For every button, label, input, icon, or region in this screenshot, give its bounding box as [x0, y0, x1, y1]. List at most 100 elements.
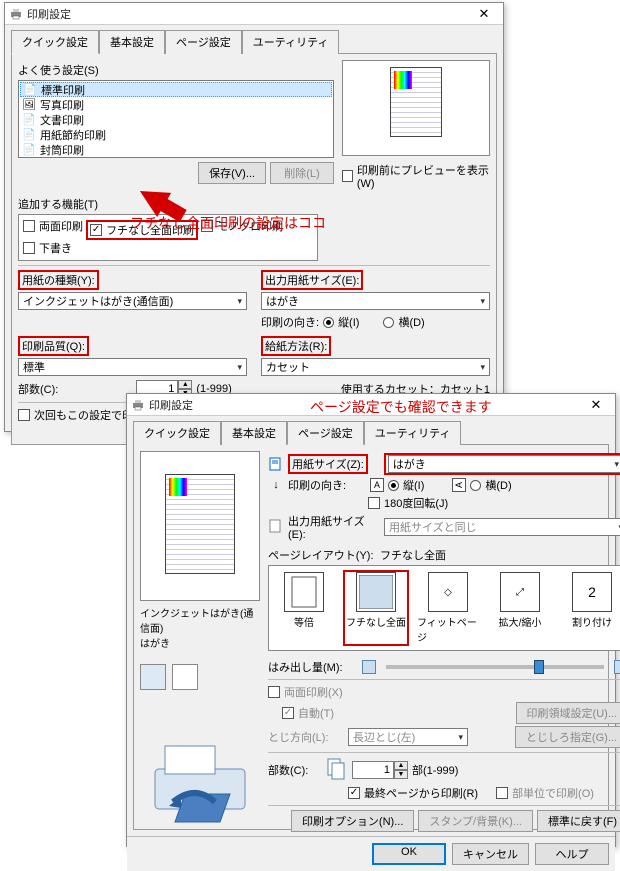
paper-type-label: 用紙の種類(Y):	[22, 275, 95, 287]
doc-icon: 📄	[22, 129, 36, 141]
list-item: 🖼写真印刷	[20, 97, 332, 112]
paper-size-label: 用紙サイズ(Z):	[292, 459, 364, 471]
printer-icon	[9, 7, 23, 21]
duplex-checkbox[interactable]: 両面印刷(X)	[268, 684, 343, 700]
bind-select[interactable]: 長辺とじ(左)▾	[348, 728, 468, 746]
close-icon[interactable]: ✕	[581, 396, 611, 414]
close-icon[interactable]: ✕	[469, 5, 499, 23]
out-size-label: 出力用紙サイズ(E):	[265, 275, 359, 287]
orient-landscape-radio[interactable]: 横(D)	[470, 477, 511, 493]
copies-label: 部数(C):	[18, 381, 58, 397]
preview-caption-2: はがき	[140, 635, 260, 650]
tab-quick[interactable]: クイック設定	[11, 30, 99, 54]
feed-select[interactable]: カセット▾	[261, 358, 490, 376]
annotation-text-2: ページ設定でも確認できます	[310, 397, 492, 417]
preview-checkbox[interactable]: 印刷前にプレビューを表示(W)	[342, 162, 490, 190]
paper-size-select[interactable]: はがき▾	[388, 455, 620, 473]
quality-select[interactable]: 標準▾	[18, 358, 247, 376]
page-icon	[268, 457, 284, 471]
add-func-label: 追加する機能(T)	[18, 196, 490, 212]
portrait-a-icon: A	[370, 478, 384, 492]
orient-label: 印刷の向き:	[261, 314, 319, 330]
out-size-label: 出力用紙サイズ(E):	[288, 513, 380, 541]
save-button[interactable]: 保存(V)...	[198, 162, 266, 184]
doc-icon: 📄	[22, 144, 36, 156]
defaults-button[interactable]: 標準に戻す(F)	[537, 810, 620, 832]
layout-item-borderless[interactable]: フチなし全面	[345, 572, 407, 644]
extension-label: はみ出し量(M):	[268, 659, 358, 675]
rotate180-checkbox[interactable]: 180度回転(J)	[368, 495, 448, 511]
chevron-down-icon: ▾	[480, 296, 485, 307]
orient-portrait-radio[interactable]: 縦(I)	[388, 477, 424, 493]
chevron-down-icon: ▾	[237, 362, 242, 373]
chevron-down-icon: ▾	[458, 732, 463, 743]
view-mode-button-1[interactable]	[140, 664, 166, 690]
preview-pane	[140, 451, 260, 601]
quality-label: 印刷品質(Q):	[22, 341, 85, 353]
ok-button[interactable]: OK	[372, 843, 446, 865]
list-item: 📄文書印刷	[20, 112, 332, 127]
tab-basic[interactable]: 基本設定	[221, 421, 287, 445]
out-size-select[interactable]: 用紙サイズと同じ▾	[384, 518, 620, 536]
page-icon	[268, 519, 284, 536]
ext-max-icon	[614, 660, 620, 674]
feed-label: 給紙方法(R):	[265, 341, 327, 353]
copies-spinner[interactable]: 1 ▲▼	[352, 761, 408, 779]
chevron-down-icon: ▾	[614, 459, 619, 470]
chevron-down-icon: ▾	[237, 296, 242, 307]
copies-label: 部数(C):	[268, 762, 318, 778]
cancel-button[interactable]: キャンセル	[452, 843, 529, 865]
tab-basic[interactable]: 基本設定	[99, 30, 165, 54]
tab-page[interactable]: ページ設定	[165, 30, 242, 54]
draft-checkbox[interactable]: 下書き	[23, 240, 72, 256]
layout-options: 等倍 フチなし全面 ◇フィットページ ⤢拡大/縮小 2割り付け	[268, 565, 620, 651]
doc-icon: 📄	[22, 114, 36, 126]
freq-label: よく使う設定(S)	[18, 62, 334, 78]
paper-type-select[interactable]: インクジェットはがき(通信面)▾	[18, 292, 247, 310]
layout-label: ページレイアウト(Y):	[268, 547, 376, 563]
layout-item-normal[interactable]: 等倍	[273, 572, 335, 644]
dialog1-title: 印刷設定	[27, 6, 469, 22]
doc-icon: 📄	[23, 84, 37, 96]
stamp-button[interactable]: スタンプ/背景(K)...	[418, 810, 533, 832]
chevron-down-icon: ▾	[480, 362, 485, 373]
list-item: 📄封筒印刷	[20, 142, 332, 157]
layout-value: フチなし全面	[380, 547, 446, 563]
print-area-button[interactable]: 印刷領域設定(U)...	[516, 702, 620, 724]
photo-icon: 🖼	[22, 99, 36, 111]
unit-checkbox[interactable]: 部単位で印刷(O)	[496, 785, 594, 801]
freq-listbox[interactable]: 📄標準印刷 🖼写真印刷 📄文書印刷 📄用紙節約印刷 📄封筒印刷	[18, 80, 334, 158]
auto-checkbox[interactable]: ✓自動(T)	[268, 705, 334, 721]
out-size-select[interactable]: はがき▾	[261, 292, 490, 310]
tab-page[interactable]: ページ設定	[287, 421, 364, 445]
duplex-checkbox[interactable]: 両面印刷	[23, 218, 83, 234]
orient-icon: ↓	[268, 479, 284, 491]
bind-label: とじ方向(L):	[268, 729, 344, 745]
print-options-button[interactable]: 印刷オプション(N)...	[291, 810, 414, 832]
ext-min-icon	[362, 660, 376, 674]
tab-utility[interactable]: ユーティリティ	[242, 30, 340, 54]
preview-pane	[342, 60, 490, 156]
dialog2-tabs: クイック設定 基本設定 ページ設定 ユーティリティ	[127, 416, 615, 444]
annotation-text-1: フチなし全面印刷の設定はココ	[130, 213, 326, 233]
preview-caption-1: インクジェットはがき(通信面)	[140, 605, 260, 635]
tab-utility[interactable]: ユーティリティ	[364, 421, 462, 445]
spin-down-icon[interactable]: ▼	[394, 770, 408, 779]
delete-button[interactable]: 削除(L)	[270, 162, 334, 184]
margin-button[interactable]: とじしろ指定(G)...	[515, 726, 620, 748]
list-item: 📄標準印刷	[20, 82, 332, 97]
tab-quick[interactable]: クイック設定	[133, 421, 221, 445]
extension-slider[interactable]	[386, 665, 604, 669]
printer-illustration	[140, 714, 260, 844]
last-page-checkbox[interactable]: ✓最終ページから印刷(R)	[348, 785, 478, 801]
landscape-a-icon: A	[452, 478, 466, 492]
spin-up-icon[interactable]: ▲	[178, 380, 192, 389]
orient-portrait-radio[interactable]: 縦(I)	[323, 314, 359, 330]
layout-item-scale[interactable]: ⤢拡大/縮小	[489, 572, 551, 644]
layout-item-fit[interactable]: ◇フィットページ	[417, 572, 479, 644]
help-button[interactable]: ヘルプ	[535, 843, 609, 865]
view-mode-button-2[interactable]	[172, 664, 198, 690]
orient-landscape-radio[interactable]: 横(D)	[383, 314, 424, 330]
spin-up-icon[interactable]: ▲	[394, 761, 408, 770]
layout-item-nup[interactable]: 2割り付け	[561, 572, 620, 644]
